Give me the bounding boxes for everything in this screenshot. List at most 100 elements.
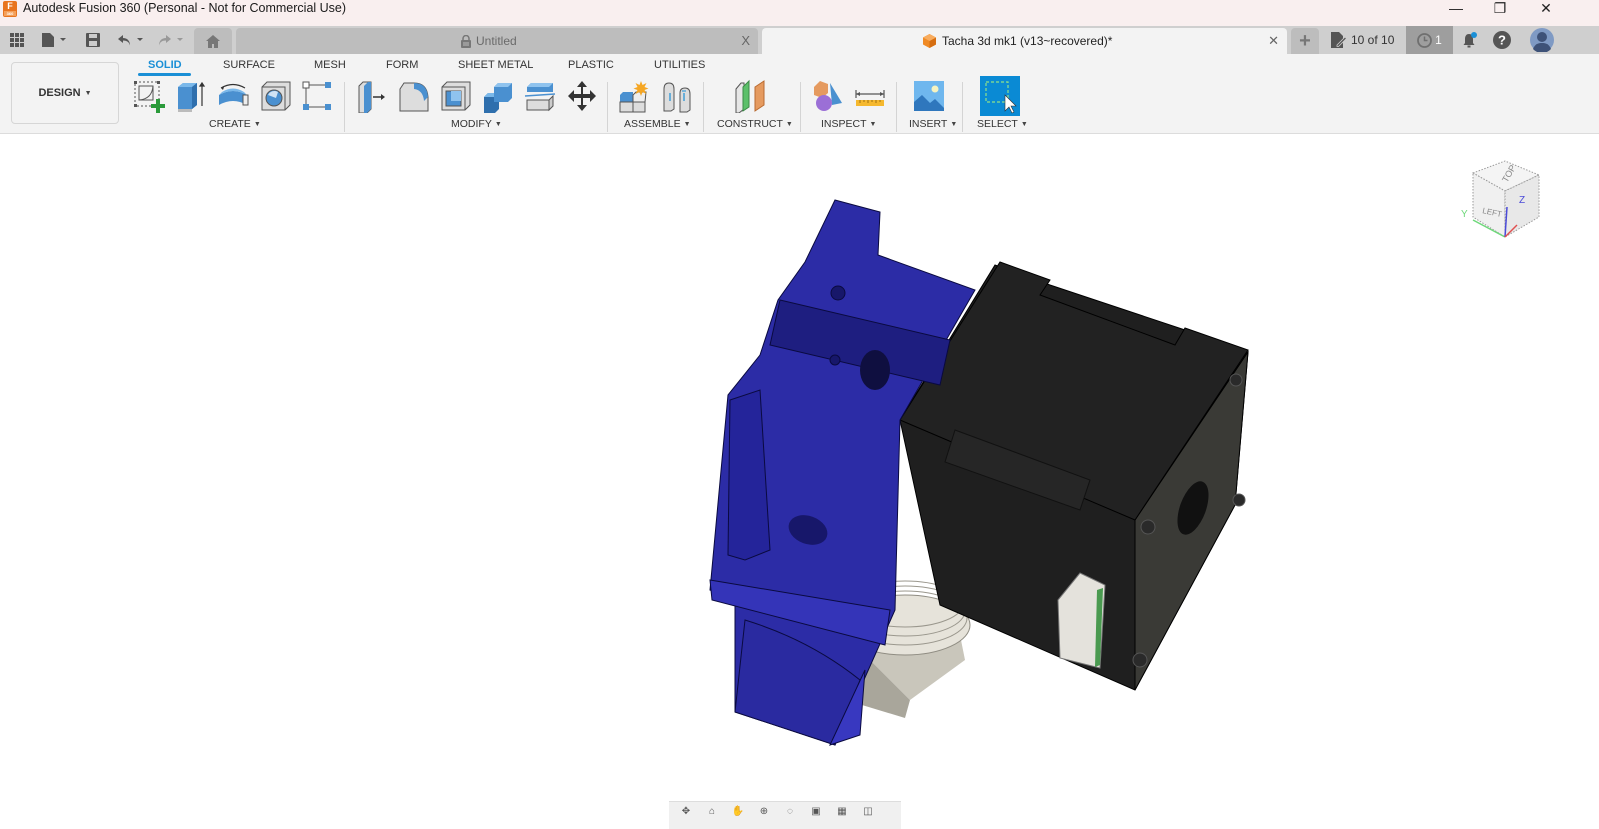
tab-sheet-metal[interactable]: SHEET METAL <box>458 58 533 72</box>
interference-tool[interactable] <box>809 78 845 114</box>
minimize-button[interactable]: — <box>1434 0 1478 16</box>
select-menu[interactable]: SELECT ▼ <box>977 118 1028 130</box>
viewcube[interactable]: TOP LEFT Y Z <box>1455 155 1550 255</box>
group-divider <box>896 82 897 132</box>
viewports-icon[interactable]: ◫ <box>857 804 879 818</box>
construct-menu[interactable]: CONSTRUCT ▼ <box>717 118 793 130</box>
orbit-icon[interactable]: ✥ <box>675 804 697 818</box>
group-divider <box>800 82 801 132</box>
job-status-button[interactable]: 1 <box>1406 26 1453 54</box>
home-icon <box>206 34 220 48</box>
look-at-icon[interactable]: ⌂ <box>701 804 723 818</box>
component-cube-icon <box>923 34 936 48</box>
split-body-tool[interactable] <box>522 78 558 114</box>
measure-tool[interactable] <box>852 78 888 114</box>
grid-icon[interactable]: ▦ <box>831 804 853 818</box>
title-bar: F 360 Autodesk Fusion 360 (Personal - No… <box>0 0 1599 26</box>
combine-icon <box>484 83 512 113</box>
construct-plane-icon <box>735 79 765 113</box>
display-settings-icon[interactable]: ▣ <box>805 804 827 818</box>
joint-tool[interactable] <box>659 78 695 114</box>
document-edit-icon <box>1331 32 1346 48</box>
active-tab-indicator <box>138 73 191 76</box>
create-sketch-tool[interactable] <box>131 78 167 114</box>
job-count: 1 <box>1435 33 1442 47</box>
model-extruder-assembly[interactable] <box>690 190 1270 760</box>
tab-plastic[interactable]: PLASTIC <box>568 58 614 72</box>
inspect-menu[interactable]: INSPECT ▼ <box>821 118 876 130</box>
lock-icon <box>461 34 471 48</box>
shell-icon <box>441 81 471 111</box>
user-profile-button[interactable] <box>1530 28 1554 52</box>
tab-mesh[interactable]: MESH <box>314 58 346 72</box>
redo-icon[interactable] <box>156 30 186 50</box>
revolve-icon <box>219 83 249 106</box>
extrude-tool[interactable] <box>173 78 209 114</box>
window-title: Autodesk Fusion 360 (Personal - Not for … <box>23 1 347 15</box>
tab-form[interactable]: FORM <box>386 58 418 72</box>
undo-icon[interactable] <box>116 30 146 50</box>
window-select-tool[interactable] <box>980 76 1020 116</box>
notifications-button[interactable] <box>1458 28 1482 52</box>
caret-down-icon: ▼ <box>869 120 877 128</box>
caret-down-icon: ▼ <box>683 120 691 128</box>
press-pull-icon <box>358 81 385 113</box>
home-tab[interactable] <box>194 28 232 54</box>
create-menu[interactable]: CREATE ▼ <box>209 118 261 130</box>
toolbar-ribbon: DESIGN ▼ SOLID SURFACE MESH FORM SHEET M… <box>0 54 1599 134</box>
group-divider <box>962 82 963 132</box>
combine-tool[interactable] <box>480 78 516 114</box>
restore-button[interactable]: ❐ <box>1478 0 1522 16</box>
version-history-button[interactable]: 10 of 10 <box>1330 28 1394 52</box>
measure-ruler-icon <box>855 90 885 106</box>
close-window-button[interactable]: ✕ <box>1524 0 1568 16</box>
close-tab-untitled-button[interactable]: X <box>741 33 750 48</box>
select-window-icon <box>985 81 1017 114</box>
press-pull-tool[interactable] <box>354 78 390 114</box>
pattern-tool[interactable] <box>299 78 335 114</box>
workspace-switcher-button[interactable]: DESIGN ▼ <box>11 62 119 124</box>
insert-menu[interactable]: INSERT ▼ <box>909 118 957 130</box>
new-component-tool[interactable] <box>616 78 652 114</box>
tab-untitled[interactable]: Untitled X <box>236 28 758 54</box>
modify-menu[interactable]: MODIFY ▼ <box>451 118 502 130</box>
new-tab-button[interactable]: + <box>1291 28 1319 54</box>
zoom-icon[interactable]: ⊕ <box>753 804 775 818</box>
move-arrows-icon <box>568 81 596 111</box>
shell-tool[interactable] <box>438 78 474 114</box>
insert-canvas-tool[interactable] <box>911 78 947 114</box>
caret-down-icon: ▼ <box>785 120 793 128</box>
caret-down-icon: ▼ <box>1020 120 1028 128</box>
svg-text:?: ? <box>1498 33 1506 48</box>
inspect-shapes-icon <box>814 81 842 111</box>
fit-icon[interactable]: ◌ <box>779 804 801 818</box>
hole-tool[interactable] <box>258 78 294 114</box>
document-tab-bar: Untitled X Tacha 3d mk1 (v13~recovered)*… <box>0 26 1599 54</box>
assemble-menu[interactable]: ASSEMBLE ▼ <box>624 118 691 130</box>
pan-icon[interactable]: ✋ <box>727 804 749 818</box>
extrude-icon <box>178 81 206 112</box>
caret-down-icon: ▼ <box>950 120 958 128</box>
save-icon[interactable] <box>84 30 102 50</box>
revolve-tool[interactable] <box>215 78 251 114</box>
create-sketch-icon <box>134 81 165 113</box>
data-panel-grid-icon[interactable] <box>8 30 26 50</box>
offset-plane-tool[interactable] <box>733 78 769 114</box>
tab-solid[interactable]: SOLID <box>148 58 182 72</box>
fillet-tool[interactable] <box>396 78 432 114</box>
version-count: 10 of 10 <box>1351 33 1395 47</box>
fillet-icon <box>399 82 429 112</box>
design-canvas[interactable]: TOP LEFT Y Z ✥ ⌂ ✋ ⊕ ◌ ▣ ▦ ◫ <box>0 135 1599 829</box>
close-tab-tacha-button[interactable]: ✕ <box>1268 33 1279 49</box>
image-icon <box>914 81 944 111</box>
file-menu-icon[interactable] <box>40 30 68 50</box>
rectangular-pattern-icon <box>302 81 331 110</box>
axis-z-label: Z <box>1519 195 1525 206</box>
clock-icon <box>1417 32 1433 48</box>
tab-utilities[interactable]: UTILITIES <box>654 58 705 72</box>
split-body-icon <box>524 83 556 112</box>
move-copy-tool[interactable] <box>564 78 600 114</box>
tab-surface[interactable]: SURFACE <box>223 58 275 72</box>
tab-tacha-3d-mk1[interactable]: Tacha 3d mk1 (v13~recovered)* ✕ <box>762 28 1287 54</box>
help-button[interactable]: ? <box>1490 28 1514 52</box>
